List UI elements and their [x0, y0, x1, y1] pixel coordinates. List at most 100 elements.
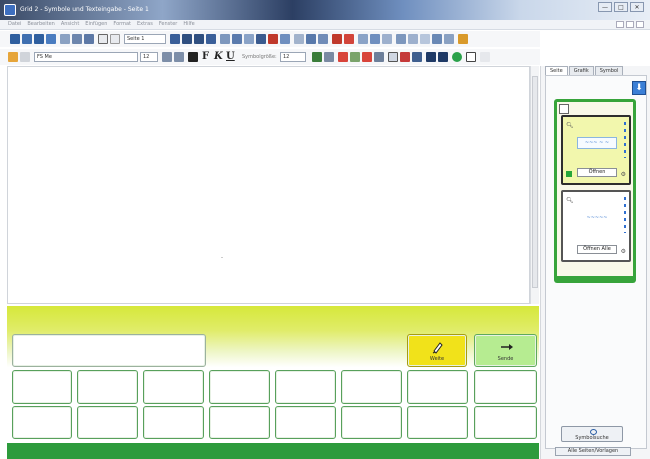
key-cell[interactable] [407, 370, 468, 404]
scrollbar-thumb[interactable] [532, 76, 538, 288]
symbol-mode-icon[interactable] [324, 52, 334, 62]
format-icon[interactable] [256, 34, 266, 44]
extras-icon[interactable] [458, 34, 468, 44]
settings-icon[interactable] [382, 34, 392, 44]
gear-icon[interactable]: ⚙ [621, 171, 626, 178]
key-cell[interactable] [77, 370, 138, 404]
menu-fenster[interactable]: Fenster [159, 21, 178, 27]
export-icon[interactable] [432, 34, 442, 44]
italic-icon[interactable]: K [214, 51, 223, 62]
bold-icon[interactable]: F [202, 51, 209, 62]
image-icon[interactable] [338, 52, 348, 62]
search2-icon[interactable] [388, 52, 398, 62]
key-cell[interactable] [143, 370, 204, 404]
menu-datei[interactable]: Datei [8, 21, 21, 27]
oeffnen-button[interactable]: Öffnen [577, 168, 617, 177]
font-name-select[interactable]: FS Me [34, 52, 138, 62]
symbolsize-select[interactable]: 12 [280, 52, 306, 62]
window-icon[interactable] [408, 34, 418, 44]
key-cell[interactable] [275, 406, 336, 439]
print-icon[interactable] [46, 34, 56, 44]
grid-color-icon[interactable] [350, 52, 360, 62]
merge-icon[interactable] [232, 34, 242, 44]
align-icon[interactable] [194, 34, 204, 44]
oeffnen-alle-button[interactable]: Öffnen Alle [577, 245, 617, 254]
key-cell[interactable] [209, 406, 270, 439]
table-icon[interactable] [294, 34, 304, 44]
style-icon[interactable] [280, 34, 290, 44]
minimize-button[interactable]: — [598, 2, 612, 12]
underline-icon[interactable]: U [226, 51, 235, 62]
menu-extras[interactable]: Extras [137, 21, 153, 27]
key-cell[interactable] [275, 370, 336, 404]
preview-icon[interactable] [396, 34, 406, 44]
menu-ansicht[interactable]: Ansicht [61, 21, 79, 27]
cell-icon[interactable] [220, 34, 230, 44]
mdi-close-button[interactable] [636, 21, 644, 28]
sende-key[interactable]: Sende [474, 334, 537, 367]
weite-key[interactable]: Weite [407, 334, 467, 367]
picture-icon[interactable] [362, 52, 372, 62]
cell-type-icon[interactable] [426, 52, 436, 62]
arrow-cursor-icon[interactable] [480, 52, 490, 62]
editor-scrollbar[interactable] [530, 66, 539, 304]
play-icon[interactable] [312, 52, 322, 62]
message-input-cell[interactable] [12, 334, 206, 367]
text-cursor-icon[interactable] [466, 52, 476, 62]
insert-row-icon[interactable] [306, 34, 316, 44]
symbolsuche-button[interactable]: Symbolsuche [561, 426, 623, 442]
key-cell[interactable] [474, 406, 537, 439]
menu-hilfe[interactable]: Hilfe [183, 21, 194, 27]
action-icon[interactable] [438, 52, 448, 62]
key-cell[interactable] [209, 370, 270, 404]
open-icon[interactable] [22, 34, 32, 44]
jump-icon[interactable] [412, 52, 422, 62]
frame-icon[interactable] [420, 34, 430, 44]
all-pages-button[interactable]: Alle Seiten/Vorlagen [555, 447, 631, 456]
key-cell[interactable] [341, 370, 402, 404]
ok-icon[interactable] [452, 52, 462, 62]
undo-icon[interactable] [98, 34, 108, 44]
delete-cell-icon[interactable] [268, 34, 278, 44]
shrink-font-icon[interactable] [174, 52, 184, 62]
gear-icon[interactable]: ⚙ [621, 248, 626, 255]
page-icon[interactable] [559, 104, 569, 114]
grid-card-selected[interactable]: 🔍︎ ~~~ ~ ~ Öffnen ⚙ [561, 115, 631, 185]
key-cell[interactable] [143, 406, 204, 439]
key-cell[interactable] [77, 406, 138, 439]
grid-icon[interactable] [170, 34, 180, 44]
font-size-select[interactable]: 12 [140, 52, 158, 62]
maximize-button[interactable]: □ [614, 2, 628, 12]
new-page-icon[interactable] [10, 34, 20, 44]
close-button[interactable]: ✕ [630, 2, 644, 12]
menu-bearbeiten[interactable]: Bearbeiten [27, 21, 54, 27]
pencil-icon[interactable] [8, 52, 18, 62]
copy-icon[interactable] [72, 34, 82, 44]
mdi-minimize-button[interactable] [616, 21, 624, 28]
insert-col-icon[interactable] [318, 34, 328, 44]
sync-icon[interactable] [444, 34, 454, 44]
save-icon[interactable] [34, 34, 44, 44]
text-color-icon[interactable] [188, 52, 198, 62]
text-editor[interactable] [7, 66, 530, 304]
key-cell[interactable] [341, 406, 402, 439]
zoom-icon[interactable] [370, 34, 380, 44]
key-cell[interactable] [12, 370, 72, 404]
menu-einfuegen[interactable]: Einfügen [85, 21, 107, 27]
columns-icon[interactable] [206, 34, 216, 44]
cut-icon[interactable] [60, 34, 70, 44]
mdi-restore-button[interactable] [626, 21, 634, 28]
remove-icon[interactable] [332, 34, 342, 44]
clear-icon[interactable] [344, 34, 354, 44]
split-icon[interactable] [244, 34, 254, 44]
view-icon[interactable] [358, 34, 368, 44]
settings2-icon[interactable] [374, 52, 384, 62]
key-cell[interactable] [12, 406, 72, 439]
grid-card[interactable]: 🔍︎ ~~~~~ Öffnen Alle ⚙ [561, 190, 631, 262]
grow-font-icon[interactable] [162, 52, 172, 62]
command-icon[interactable] [400, 52, 410, 62]
menu-format[interactable]: Format [113, 21, 131, 27]
download-icon[interactable]: ⬇ [632, 81, 646, 95]
redo-icon[interactable] [110, 34, 120, 44]
key-cell[interactable] [407, 406, 468, 439]
